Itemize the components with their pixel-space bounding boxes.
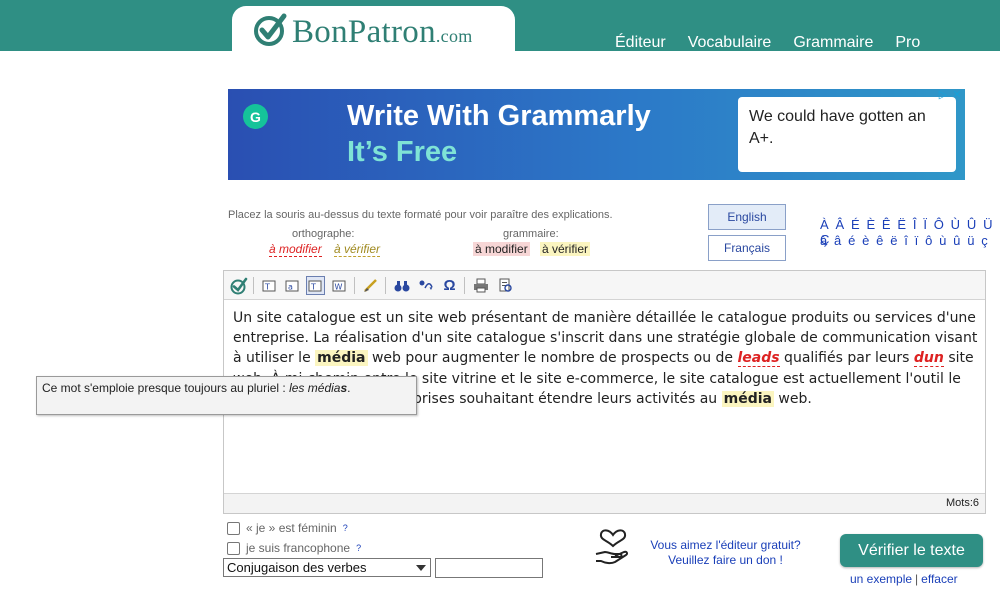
- example-link[interactable]: un exemple: [850, 572, 912, 586]
- legend-gram-verifier: à vérifier: [540, 242, 591, 256]
- explanation-tooltip: Ce mot s'emploie presque toujours au plu…: [36, 376, 417, 415]
- heart-hand-icon[interactable]: [593, 528, 633, 568]
- accent-lowercase-row[interactable]: à â é è ê ë î ï ô ù û ü ç: [820, 233, 989, 248]
- text-segment: web pour augmenter le nombre de prospect…: [367, 350, 738, 367]
- tooltip-text: Ce mot s'emploie presque toujours au plu…: [42, 381, 290, 395]
- main-nav: Éditeur Vocabulaire Grammaire Pro: [615, 34, 920, 52]
- ad-subtitle: It’s Free: [347, 136, 458, 168]
- donate-line-1: Vous aimez l'éditeur gratuit?: [650, 538, 801, 552]
- nav-pro[interactable]: Pro: [895, 34, 920, 52]
- grammarly-ad-banner[interactable]: G Write With Grammarly It’s Free We coul…: [228, 89, 965, 180]
- conjugation-input[interactable]: [435, 558, 543, 578]
- ad-title: Write With Grammarly: [347, 100, 651, 132]
- verify-text-button[interactable]: Vérifier le texte: [840, 534, 983, 567]
- adchoices-icon[interactable]: ▷: [937, 89, 949, 102]
- logo-suffix: .com: [435, 26, 473, 46]
- conjugation-select-value: Conjugaison des verbes: [227, 560, 367, 575]
- omega-icon[interactable]: Ω: [440, 276, 459, 295]
- svg-text:W: W: [335, 282, 343, 291]
- francophone-option[interactable]: je suis francophone?: [227, 541, 361, 555]
- svg-text:a: a: [288, 282, 293, 291]
- print-preview-icon[interactable]: [495, 276, 514, 295]
- logo-name: BonPatron: [292, 14, 436, 50]
- svg-text:T: T: [264, 282, 270, 291]
- print-icon[interactable]: [471, 276, 490, 295]
- orthographe-label: orthographe:: [292, 228, 355, 240]
- legend-ortho-verifier: à vérifier: [334, 242, 381, 257]
- svg-text:T: T: [310, 282, 316, 291]
- link-separator: |: [915, 572, 919, 586]
- legend-ortho-modifier: à modifier: [269, 242, 322, 257]
- binoculars-icon[interactable]: [392, 276, 411, 295]
- tooltip-end: .: [347, 381, 351, 395]
- site-logo[interactable]: BonPatron.com: [292, 14, 473, 51]
- text-segment: qualifiés par leurs: [779, 350, 914, 367]
- word-count: Mots:6: [224, 493, 985, 513]
- text-segment: web.: [773, 390, 812, 407]
- donate-line-2: Veuillez faire un don !: [668, 553, 783, 567]
- editor-toolbar: T a T W Ω: [224, 271, 985, 300]
- grammar-highlight-media[interactable]: média: [315, 350, 368, 367]
- tooltip-example: les média: [289, 381, 341, 395]
- nav-editeur[interactable]: Éditeur: [615, 34, 666, 52]
- feminine-checkbox[interactable]: [227, 521, 240, 535]
- francophone-checkbox[interactable]: [227, 541, 240, 555]
- clear-link[interactable]: effacer: [921, 572, 957, 586]
- text-mode-3-icon[interactable]: T: [306, 276, 325, 295]
- language-francais-button[interactable]: Français: [708, 235, 786, 261]
- text-mode-4-icon[interactable]: W: [330, 276, 349, 295]
- francophone-help-link[interactable]: ?: [356, 543, 361, 553]
- donate-link[interactable]: Vous aimez l'éditeur gratuit? Veuillez f…: [633, 538, 818, 568]
- action-links: un exemple | effacer: [850, 572, 958, 586]
- feminine-option[interactable]: « je » est féminin?: [227, 521, 348, 535]
- replace-icon[interactable]: [416, 276, 435, 295]
- grammar-highlight-media-2[interactable]: média: [721, 390, 774, 407]
- text-mode-2-icon[interactable]: a: [283, 276, 302, 295]
- nav-grammaire[interactable]: Grammaire: [793, 34, 873, 52]
- ad-close-icon[interactable]: ✕: [951, 89, 963, 102]
- feminine-label: « je » est féminin: [246, 521, 337, 535]
- brush-icon[interactable]: [361, 276, 380, 295]
- chevron-down-icon: [416, 565, 426, 571]
- ad-controls: ▷ ✕: [937, 89, 963, 103]
- francophone-label: je suis francophone: [246, 541, 351, 555]
- grammarly-logo-icon: G: [243, 104, 268, 129]
- text-mode-1-icon[interactable]: T: [260, 276, 279, 295]
- check-icon[interactable]: [229, 276, 248, 295]
- legend-gram-modifier: à modifier: [473, 242, 530, 256]
- spelling-error-dun[interactable]: dun: [913, 350, 944, 368]
- language-english-button[interactable]: English: [708, 204, 786, 230]
- hover-hint: Placez la souris au-dessus du texte form…: [228, 209, 613, 221]
- checkmark-logo-icon: [254, 13, 287, 46]
- ad-message-box: We could have gotten an A+.: [738, 97, 956, 172]
- feminine-help-link[interactable]: ?: [343, 523, 348, 533]
- nav-vocabulaire[interactable]: Vocabulaire: [688, 34, 772, 52]
- spelling-error-leads[interactable]: leads: [737, 350, 780, 368]
- grammaire-label: grammaire:: [503, 228, 559, 240]
- conjugation-select[interactable]: Conjugaison des verbes: [223, 558, 431, 577]
